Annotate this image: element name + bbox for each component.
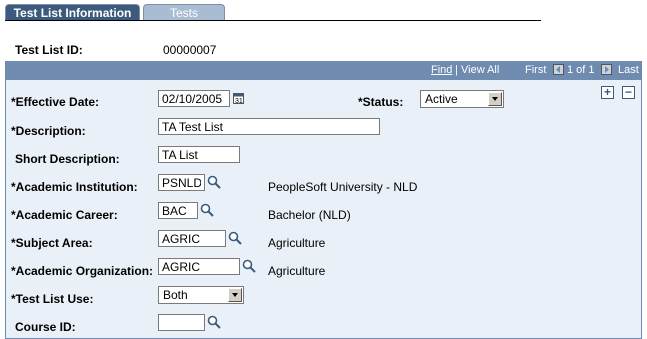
find-link[interactable]: Find: [431, 64, 452, 76]
academic-institution-description: PeopleSoft University - NLD: [268, 180, 418, 194]
row-range: 1 of 1: [567, 64, 595, 76]
search-icon[interactable]: [200, 203, 214, 217]
description-field[interactable]: [158, 118, 380, 135]
previous-arrow-icon[interactable]: [553, 64, 564, 75]
description-label: *Description:: [11, 124, 86, 138]
short-description-label: Short Description:: [15, 152, 120, 166]
add-row-button[interactable]: +: [601, 86, 614, 99]
chevron-down-icon[interactable]: [228, 288, 242, 302]
effective-date-label: *Effective Date:: [11, 95, 100, 109]
panel-header: [5, 61, 642, 80]
calendar-icon[interactable]: 31: [233, 92, 244, 105]
academic-career-label: *Academic Career:: [11, 208, 118, 222]
subject-area-description: Agriculture: [268, 236, 326, 250]
search-icon[interactable]: [228, 231, 242, 245]
academic-career-field[interactable]: [158, 202, 198, 219]
subject-area-label: *Subject Area:: [11, 236, 93, 250]
tab-test-list-information[interactable]: Test List Information: [5, 4, 140, 21]
academic-organization-description: Agriculture: [268, 264, 326, 278]
short-description-field[interactable]: [158, 146, 240, 163]
effective-dated-panel: [5, 61, 642, 339]
search-icon[interactable]: [207, 315, 221, 329]
test-list-use-value: Both: [163, 288, 188, 302]
chevron-down-icon[interactable]: [488, 92, 502, 106]
status-select[interactable]: Active: [420, 90, 504, 108]
status-value: Active: [425, 92, 458, 106]
view-all-link: View All: [461, 64, 500, 76]
academic-career-description: Bachelor (NLD): [268, 208, 351, 222]
course-id-label: Course ID:: [15, 320, 76, 334]
academic-organization-label: *Academic Organization:: [11, 264, 154, 278]
first-label: First: [525, 64, 547, 76]
delete-row-button[interactable]: −: [622, 86, 635, 99]
academic-institution-field[interactable]: [158, 174, 205, 191]
tab-underline: [5, 20, 541, 21]
svg-text:31: 31: [235, 98, 243, 104]
test-list-id-value: 00000007: [163, 43, 217, 57]
academic-organization-field[interactable]: [158, 258, 240, 275]
test-list-use-select[interactable]: Both: [158, 286, 244, 304]
search-icon[interactable]: [242, 259, 256, 273]
next-arrow-icon[interactable]: [601, 64, 612, 75]
course-id-field[interactable]: [158, 314, 205, 331]
subject-area-field[interactable]: [158, 230, 226, 247]
academic-institution-label: *Academic Institution:: [11, 180, 138, 194]
test-list-id-label: Test List ID:: [15, 43, 83, 57]
status-label: *Status:: [358, 95, 404, 109]
tab-tests[interactable]: Tests: [143, 4, 225, 21]
effective-date-field[interactable]: [158, 90, 230, 107]
nav-separator: |: [455, 64, 458, 76]
search-icon[interactable]: [207, 175, 221, 189]
test-list-use-label: *Test List Use:: [11, 292, 94, 306]
last-label: Last: [618, 64, 639, 76]
